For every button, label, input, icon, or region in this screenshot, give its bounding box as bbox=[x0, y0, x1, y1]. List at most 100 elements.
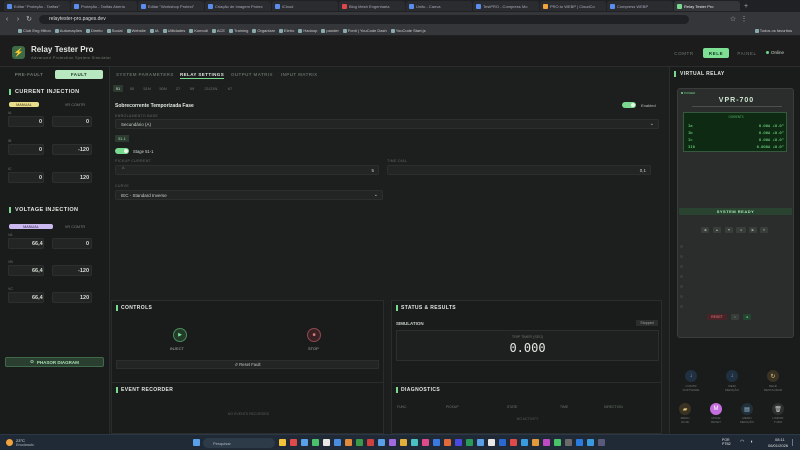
trash-icon[interactable]: 🗑 bbox=[772, 403, 784, 415]
prefault-tab[interactable]: PRE-FAULT bbox=[5, 70, 53, 79]
tab-system-parameters[interactable]: SYSTEM PARAMETERS bbox=[116, 70, 174, 79]
current-manual-toggle[interactable]: MANUAL bbox=[9, 102, 39, 107]
subtab-50n[interactable]: 50N bbox=[157, 85, 169, 92]
subtab-67[interactable]: 67 bbox=[225, 85, 235, 92]
vscode-icon[interactable] bbox=[587, 439, 594, 446]
subtab-51[interactable]: 51 bbox=[113, 85, 123, 92]
bookmark-item[interactable]: IA bbox=[149, 28, 159, 33]
taskbar-app-icon[interactable] bbox=[554, 439, 561, 446]
browser-tab[interactable]: Unitu - Canva bbox=[406, 1, 472, 11]
stage-toggle[interactable] bbox=[115, 148, 129, 154]
voltage-comtr-toggle[interactable]: VR COMTR bbox=[60, 224, 90, 229]
browser-tab[interactable]: Editar "Workshop Protect" bbox=[138, 1, 204, 11]
relay-fn2-button[interactable]: ● bbox=[743, 314, 751, 320]
bookmark-item[interactable]: pander bbox=[321, 28, 339, 33]
windows-start-icon[interactable] bbox=[193, 439, 200, 446]
taskbar-app-icon[interactable] bbox=[466, 439, 473, 446]
taskbar-app-icon[interactable] bbox=[543, 439, 550, 446]
extensions-icon[interactable]: ⋮ bbox=[740, 15, 748, 23]
mode-painel-button[interactable]: PAINEL bbox=[734, 48, 760, 58]
subtab-59[interactable]: 59 bbox=[187, 85, 197, 92]
taskbar-app-icon[interactable] bbox=[312, 439, 319, 446]
forward-icon[interactable]: › bbox=[14, 15, 22, 23]
reset-fault-button[interactable]: ↺ Reset Fault bbox=[116, 360, 379, 369]
taskbar-app-icon[interactable] bbox=[521, 439, 528, 446]
taskbar-app-icon[interactable] bbox=[279, 439, 286, 446]
subtab-50[interactable]: 50 bbox=[127, 85, 137, 92]
browser-tab[interactable]: Proteção - Tarifas Abertu bbox=[71, 1, 137, 11]
pickup-input[interactable]: A 5 bbox=[115, 165, 379, 175]
mode-comtr-button[interactable]: COMTR bbox=[672, 48, 696, 58]
taskbar-app-icon[interactable] bbox=[378, 439, 385, 446]
taskbar-app-icon[interactable] bbox=[400, 439, 407, 446]
voltage-manual-toggle[interactable]: MANUAL bbox=[9, 224, 53, 229]
bookmark-item[interactable]: YouCode Start.js bbox=[390, 28, 426, 33]
browser-tab[interactable]: PRO.to WEBP | CloudCo bbox=[540, 1, 606, 11]
relay-fn1-button[interactable]: ▪ bbox=[731, 314, 739, 320]
reload-icon[interactable]: ↻ bbox=[25, 15, 33, 23]
stop-button[interactable]: ■ bbox=[307, 328, 321, 342]
taskbar-app-icon[interactable] bbox=[532, 439, 539, 446]
taskbar-app-icon[interactable] bbox=[455, 439, 462, 446]
taskbar-app-icon[interactable] bbox=[301, 439, 308, 446]
bookmark-item[interactable]: Automações bbox=[54, 28, 82, 33]
browser-tab[interactable]: Criação de Imagem Protec bbox=[205, 1, 271, 11]
new-tab-icon[interactable]: + bbox=[744, 3, 748, 10]
wifi-icon[interactable]: ◠ bbox=[740, 439, 744, 445]
inject-button[interactable]: ▶ bbox=[173, 328, 187, 342]
weather-icon[interactable] bbox=[6, 439, 13, 446]
curve-select[interactable]: IEC - Standard Inverse ⌄ bbox=[115, 190, 383, 200]
taskbar-app-icon[interactable] bbox=[334, 439, 341, 446]
nav-down-button[interactable]: ▼ bbox=[725, 227, 733, 233]
fault-tab[interactable]: FAULT bbox=[55, 70, 103, 79]
taskbar-app-icon[interactable] bbox=[444, 439, 451, 446]
bookmark-item[interactable]: Club Eng Hilton bbox=[18, 28, 51, 33]
subtab-27[interactable]: 27 bbox=[173, 85, 183, 92]
bookmark-item[interactable]: Organizar bbox=[252, 28, 275, 33]
bookmark-item[interactable]: Training bbox=[229, 28, 248, 33]
star-icon[interactable]: ☆ bbox=[729, 15, 737, 23]
taskbar-app-icon[interactable] bbox=[367, 439, 374, 446]
tab-relay-settings[interactable]: RELAY SETTINGS bbox=[180, 70, 225, 79]
taskbar-app-icon[interactable] bbox=[433, 439, 440, 446]
time-dial-input[interactable]: 0,1 bbox=[387, 165, 651, 175]
nav-right-button[interactable]: ▶ bbox=[749, 227, 757, 233]
clock-date[interactable]: 06/01/2026 bbox=[768, 443, 788, 448]
language-indicator[interactable]: POR PTB2 bbox=[722, 438, 731, 446]
taskbar-app-icon[interactable] bbox=[598, 439, 605, 446]
bookmark-item[interactable]: Social bbox=[106, 28, 123, 33]
taskbar-app-icon[interactable] bbox=[422, 439, 429, 446]
browser-tab[interactable]: Editar "Proteção - Tarifas" bbox=[4, 1, 70, 11]
taskbar-app-icon[interactable] bbox=[356, 439, 363, 446]
nav-left-button[interactable]: ◀ bbox=[701, 227, 709, 233]
back-icon[interactable]: ‹ bbox=[3, 15, 11, 23]
bookmark-item[interactable]: Direito bbox=[86, 28, 103, 33]
browser-tab[interactable]: Compress WEBP bbox=[607, 1, 673, 11]
folder-icon[interactable]: ▰ bbox=[679, 403, 691, 415]
bookmark-item[interactable]: Website bbox=[126, 28, 146, 33]
bookmark-item[interactable]: Fonti | YouCode Dash bbox=[342, 28, 387, 33]
browser-tab[interactable]: TestPRO - Compress Mo bbox=[473, 1, 539, 11]
volume-icon[interactable]: ◖ bbox=[750, 439, 753, 445]
tab-output-matrix[interactable]: OUTPUT MATRIX bbox=[231, 70, 273, 79]
search-input[interactable]: Pesquisar bbox=[203, 438, 275, 448]
taskbar-app-icon[interactable] bbox=[345, 439, 352, 446]
taskbar-app-icon[interactable] bbox=[499, 439, 506, 446]
current-comtr-toggle[interactable]: VR COMTR bbox=[60, 102, 90, 107]
browser-tab-active[interactable]: Relay Tester Pro bbox=[674, 1, 740, 11]
taskbar-app-icon[interactable] bbox=[576, 439, 583, 446]
memory-icon[interactable]: ▤ bbox=[741, 403, 753, 415]
url-input[interactable]: relaytester-pro.pages.dev bbox=[39, 14, 689, 24]
clock-time[interactable]: 08:11 bbox=[775, 437, 785, 442]
bookmark-item[interactable]: Eletro bbox=[278, 28, 294, 33]
bookmark-item[interactable]: Utilidades bbox=[162, 28, 185, 33]
taskbar-app-icon[interactable] bbox=[510, 439, 517, 446]
browser-tab[interactable]: Blog Mesh Engenharia bbox=[339, 1, 405, 11]
nav-up-button[interactable]: ▲ bbox=[713, 227, 721, 233]
subtab-21[interactable]: 21/21N bbox=[201, 85, 221, 92]
phasor-diagram-button[interactable]: ⊙ PHASOR DIAGRAM bbox=[5, 357, 104, 367]
bookmark-item[interactable]: Komodi bbox=[189, 28, 208, 33]
enabled-toggle[interactable] bbox=[622, 102, 636, 108]
medicao-icon[interactable]: ↓ bbox=[726, 370, 738, 382]
bookmark-item[interactable]: ACE bbox=[211, 28, 225, 33]
